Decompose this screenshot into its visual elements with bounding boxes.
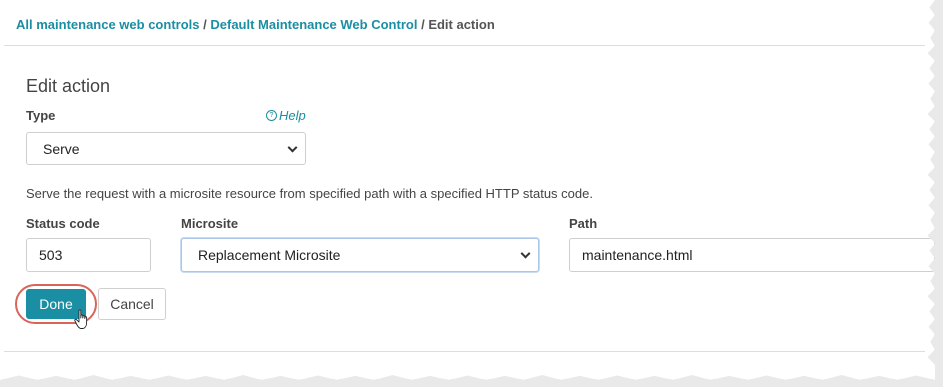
hand-pointer-icon xyxy=(74,309,88,329)
breadcrumb-separator: / xyxy=(203,17,207,32)
breadcrumb-link-all-controls[interactable]: All maintenance web controls xyxy=(16,17,200,32)
status-code-field[interactable] xyxy=(26,238,151,272)
help-label: Help xyxy=(279,108,306,123)
breadcrumb-link-default-control[interactable]: Default Maintenance Web Control xyxy=(210,17,417,32)
type-select[interactable]: Serve xyxy=(26,132,306,165)
cancel-button[interactable]: Cancel xyxy=(98,288,166,320)
status-code-label: Status code xyxy=(26,216,100,231)
breadcrumb-current: Edit action xyxy=(428,17,495,32)
chevron-down-icon xyxy=(520,248,531,259)
help-link[interactable]: ? Help xyxy=(266,108,306,123)
chevron-down-icon xyxy=(287,142,298,153)
question-circle-icon: ? xyxy=(266,110,277,121)
type-description: Serve the request with a microsite resou… xyxy=(26,186,593,201)
type-select-value: Serve xyxy=(43,140,80,157)
header-divider xyxy=(4,45,925,46)
path-field[interactable] xyxy=(569,238,935,272)
footer-divider xyxy=(4,351,925,352)
microsite-select-value: Replacement Microsite xyxy=(198,247,341,263)
microsite-select[interactable]: Replacement Microsite xyxy=(181,238,539,272)
breadcrumb: All maintenance web controls / Default M… xyxy=(16,17,495,32)
breadcrumb-separator: / xyxy=(421,17,425,32)
microsite-label: Microsite xyxy=(181,216,239,231)
path-label: Path xyxy=(569,216,598,231)
page-frame: All maintenance web controls / Default M… xyxy=(0,0,935,380)
type-label: Type xyxy=(26,108,56,123)
page-title: Edit action xyxy=(26,76,111,96)
